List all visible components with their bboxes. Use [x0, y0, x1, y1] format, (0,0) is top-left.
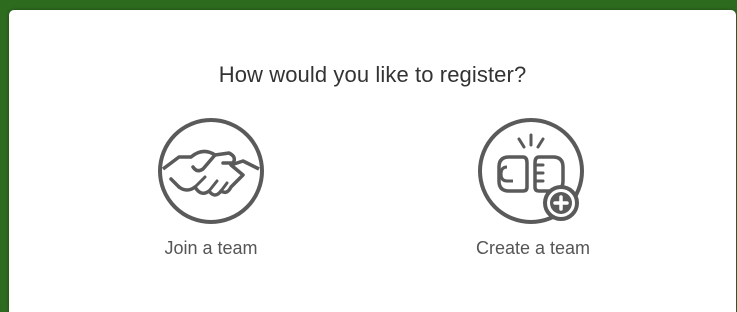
register-dialog: How would you like to register? Join a t… — [9, 10, 736, 312]
dialog-title: How would you like to register? — [218, 62, 527, 87]
create-team-option[interactable]: Create a team — [443, 117, 623, 259]
handshake-icon — [158, 118, 264, 224]
page-background: How would you like to register? Join a t… — [0, 0, 737, 312]
create-team-label: Create a team — [475, 238, 591, 258]
fist-bump-add-icon — [478, 118, 584, 224]
join-team-option[interactable]: Join a team — [121, 117, 301, 259]
join-team-label: Join a team — [164, 238, 258, 258]
